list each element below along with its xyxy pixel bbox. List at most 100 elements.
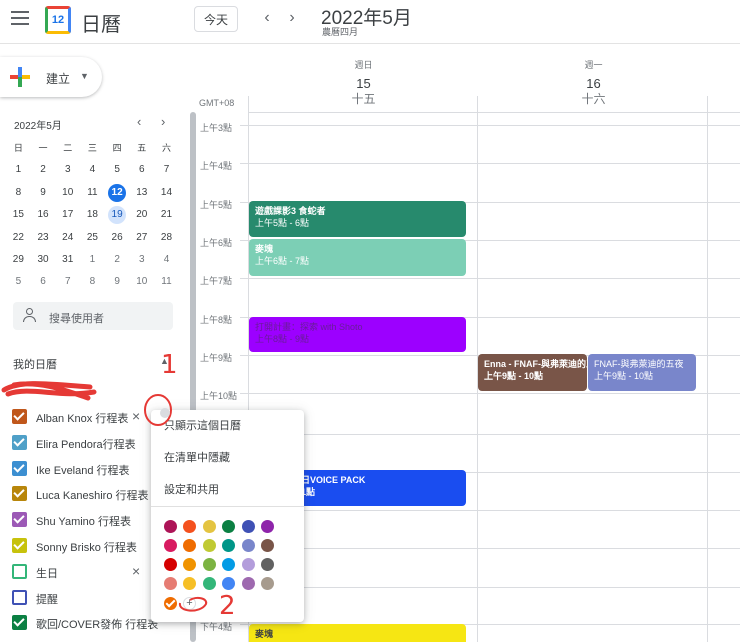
menu-item-display-only[interactable]: 只顯示這個日曆 (151, 411, 304, 441)
today-button[interactable]: 今天 (194, 6, 238, 32)
color-swatch[interactable] (164, 558, 177, 571)
color-swatch[interactable] (202, 577, 216, 590)
color-swatch[interactable] (241, 577, 255, 590)
calendar-checkbox[interactable] (12, 563, 27, 579)
mini-day[interactable]: 11 (80, 182, 105, 204)
color-swatch[interactable] (241, 558, 255, 571)
mini-day[interactable]: 6 (31, 271, 56, 293)
mini-day[interactable]: 12 (105, 182, 130, 204)
remove-icon[interactable]: × (132, 408, 140, 424)
color-swatch[interactable] (202, 520, 216, 533)
mini-day[interactable]: 17 (55, 204, 80, 226)
mini-day[interactable]: 11 (154, 271, 179, 293)
mini-day[interactable]: 27 (129, 227, 154, 249)
event-card[interactable]: Enna - FNAF-與弗萊迪的五夜 上午9點 - 10點 (478, 354, 587, 391)
color-swatch[interactable] (164, 539, 177, 552)
mini-day[interactable]: 3 (129, 249, 154, 271)
remove-icon[interactable]: × (132, 563, 140, 579)
color-swatch[interactable] (241, 520, 255, 533)
create-button[interactable]: 建立 ▼ (0, 57, 102, 97)
mini-day[interactable]: 22 (6, 227, 31, 249)
mini-day[interactable]: 25 (80, 227, 105, 249)
color-swatch[interactable] (164, 520, 177, 533)
selected-color-swatch[interactable] (164, 597, 177, 610)
mini-day[interactable]: 21 (154, 204, 179, 226)
mini-day-number: 15 (12, 209, 24, 221)
event-time: 上午6點 - 7點 (255, 256, 310, 266)
search-people-input[interactable]: 搜尋使用者 (13, 302, 173, 330)
calendar-checkbox[interactable] (12, 409, 27, 424)
mini-day[interactable]: 9 (105, 271, 130, 293)
event-card[interactable]: FNAF-與弗萊迪的五夜 上午9點 - 10點 (588, 354, 696, 391)
event-time: 上午9點 - 10點 (484, 371, 544, 381)
color-swatch[interactable] (202, 558, 216, 571)
day-header-sunday[interactable]: 週日 15 十五 (249, 58, 478, 107)
logo-date: 12 (51, 14, 65, 26)
mini-day[interactable]: 2 (105, 249, 130, 271)
color-swatch[interactable] (202, 539, 216, 552)
calendar-checkbox[interactable] (12, 512, 27, 528)
mini-day[interactable]: 23 (31, 227, 56, 249)
color-swatch[interactable] (261, 539, 274, 552)
mini-day[interactable]: 20 (129, 204, 154, 226)
mini-day[interactable]: 5 (105, 159, 130, 181)
mini-day[interactable]: 24 (55, 227, 80, 249)
event-card[interactable]: 麥塊 (249, 624, 466, 642)
mini-day[interactable]: 10 (129, 271, 154, 293)
mini-day[interactable]: 16 (31, 204, 56, 226)
mini-day[interactable]: 1 (80, 249, 105, 271)
calendar-checkbox[interactable] (12, 434, 27, 450)
mini-day[interactable]: 8 (80, 271, 105, 293)
mini-day[interactable]: 9 (31, 182, 56, 204)
mini-day-number: 18 (86, 209, 98, 221)
calendar-checkbox[interactable] (12, 538, 27, 553)
event-card[interactable]: 遊戲課影3 食蛇者 上午5點 - 6點 (249, 201, 466, 237)
color-swatch[interactable] (261, 577, 274, 590)
calendar-checkbox[interactable] (12, 460, 27, 476)
menu-item-hide-from-list[interactable]: 在清單中隱藏 (151, 443, 304, 473)
calendar-logo-icon[interactable]: 12 (45, 6, 71, 34)
mini-day[interactable]: 7 (55, 271, 80, 293)
lunar-month: 農曆四月 (322, 27, 359, 37)
mini-prev-icon[interactable]: ‹ (137, 114, 141, 129)
calendar-checkbox[interactable] (12, 589, 27, 605)
mini-day[interactable]: 3 (55, 159, 80, 181)
color-swatch[interactable] (164, 577, 177, 590)
mini-day[interactable]: 6 (129, 159, 154, 181)
mini-next-icon[interactable]: › (161, 114, 165, 129)
color-swatch[interactable] (261, 520, 274, 533)
mini-day[interactable]: 15 (6, 204, 31, 226)
day-number[interactable]: 15 (249, 76, 478, 91)
calendar-checkbox[interactable] (12, 615, 27, 631)
mini-day[interactable]: 18 (80, 204, 105, 226)
event-card[interactable]: 麥塊 上午6點 - 7點 (249, 239, 466, 276)
previous-icon[interactable]: ‹ (259, 10, 275, 26)
mini-day[interactable]: 31 (55, 249, 80, 271)
calendar-checkbox[interactable] (12, 486, 27, 502)
color-swatch[interactable] (241, 539, 255, 552)
mini-day[interactable]: 13 (129, 182, 154, 204)
mini-day[interactable]: 7 (154, 159, 179, 181)
mini-day[interactable]: 4 (154, 249, 179, 271)
mini-day[interactable]: 2 (31, 159, 56, 181)
add-custom-color-button[interactable]: + (183, 597, 196, 610)
mini-day[interactable]: 26 (105, 227, 130, 249)
mini-day[interactable]: 28 (154, 227, 179, 249)
mini-day[interactable]: 14 (154, 182, 179, 204)
mini-day[interactable]: 1 (6, 159, 31, 181)
mini-day[interactable]: 30 (31, 249, 56, 271)
mini-day[interactable]: 5 (6, 271, 31, 293)
mini-day-number: 三 (87, 143, 97, 153)
color-swatch[interactable] (261, 558, 274, 571)
mini-day[interactable]: 10 (55, 182, 80, 204)
mini-day[interactable]: 29 (6, 249, 31, 271)
next-icon[interactable]: › (284, 10, 300, 26)
mini-day[interactable]: 4 (80, 159, 105, 181)
menu-item-settings-sharing[interactable]: 設定和共用 (151, 475, 304, 505)
day-number[interactable]: 16 (479, 76, 708, 91)
day-header-monday[interactable]: 週一 16 十六 (479, 58, 708, 107)
menu-icon[interactable] (11, 11, 29, 27)
event-card[interactable]: 打開計畫：探索 with Shoto 上午8點 - 9點 (249, 317, 466, 352)
mini-day[interactable]: 19 (105, 204, 130, 226)
mini-day[interactable]: 8 (6, 182, 31, 204)
